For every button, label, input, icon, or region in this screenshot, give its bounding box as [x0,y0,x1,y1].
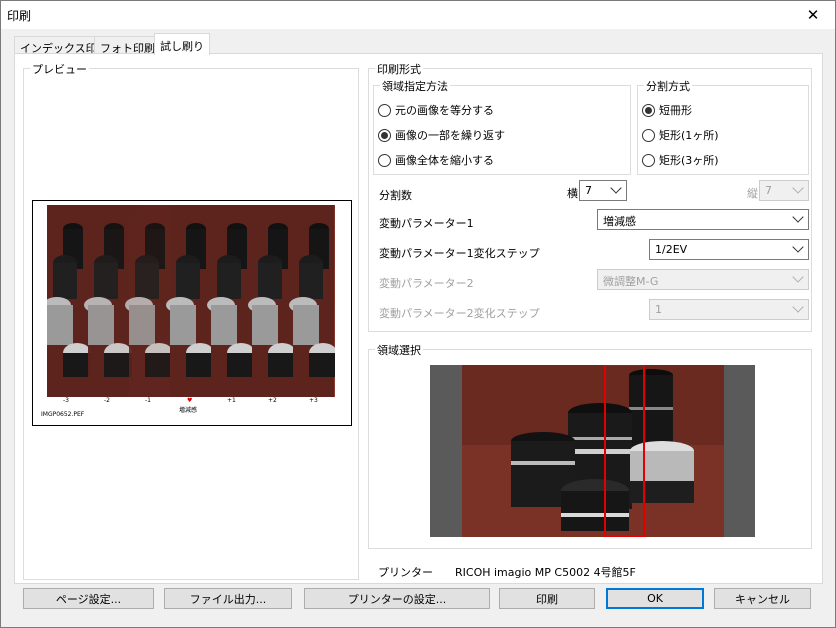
param2-value: 微調整M-G [603,275,659,288]
radio-dot-selected [378,128,391,142]
tick-label: +2 [268,397,277,404]
tick-label-center-marker: ♥ [187,397,193,404]
param1-step-select[interactable]: 1/2EV [649,239,809,260]
preview-image [47,205,335,397]
division-method-title: 分割方式 [644,78,692,94]
center-label: 増減感 [179,407,198,414]
radio-strip[interactable]: 短冊形 [642,102,692,118]
division-method-group: 分割方式 短冊形 矩形(1ヶ所) 矩形(3ヶ所) [637,78,809,175]
radio-rect-3[interactable]: 矩形(3ヶ所) [642,152,719,168]
chevron-down-icon [792,211,804,223]
param2-label: 変動パラメーター2 [379,277,474,290]
horizontal-value: 7 [585,184,592,197]
chevron-down-icon [792,182,804,194]
radio-label: 短冊形 [659,104,692,117]
ok-button[interactable]: OK [606,588,704,609]
param1-label: 変動パラメーター1 [379,217,474,230]
preview-title: プレビュー [30,61,89,77]
vertical-label: 縦 [747,187,758,200]
radio-dot-selected [642,103,655,117]
param1-step-value: 1/2EV [655,243,688,256]
preview-page: -3 -2 -1 ♥ 増減感 +1 +2 +3 IMGP0652.PEF [32,200,352,426]
tick-label: -2 [104,397,110,404]
param1-select[interactable]: 増減感 [597,209,809,230]
vertical-value: 7 [765,184,772,197]
radio-dot [378,103,391,117]
radio-label: 矩形(3ヶ所) [659,154,719,167]
horizontal-select[interactable]: 7 [579,180,627,201]
print-dialog: 印刷 ✕ インデックス印刷 フォト印刷 試し刷り プレビュー -3 -2 -1 … [0,0,836,628]
printer-name: RICOH imagio MP C5002 4号館5F [455,566,636,579]
radio-repeat-part[interactable]: 画像の一部を繰り返す [378,127,505,143]
radio-equal-split[interactable]: 元の画像を等分する [378,102,494,118]
radio-rect-1[interactable]: 矩形(1ヶ所) [642,127,719,143]
tick-label: +1 [227,397,236,404]
chevron-down-icon [610,182,622,194]
tab-test-print[interactable]: 試し刷り [154,33,210,55]
tick-label: +3 [309,397,318,404]
preview-group: プレビュー -3 -2 -1 ♥ 増減感 +1 +2 +3 IMGP0652.P… [23,61,359,580]
window-title: 印刷 [7,9,32,23]
region-select-group: 領域選択 [368,342,812,549]
region-method-group: 領域指定方法 元の画像を等分する 画像の一部を繰り返す 画像全体を縮小する [373,78,631,175]
param2-step-label: 変動パラメーター2変化ステップ [379,307,540,320]
chevron-down-icon [792,271,804,283]
cancel-button[interactable]: キャンセル [714,588,811,609]
close-icon[interactable]: ✕ [791,1,835,29]
radio-label: 元の画像を等分する [395,104,494,117]
print-format-title: 印刷形式 [375,61,423,77]
file-output-button[interactable]: ファイル出力... [164,588,292,609]
param2-select[interactable]: 微調整M-G [597,269,809,290]
printer-label: プリンター [378,566,433,579]
radio-dot [642,153,655,167]
page-setup-button[interactable]: ページ設定... [23,588,154,609]
region-method-title: 領域指定方法 [380,78,450,94]
preview-filename: IMGP0652.PEF [41,411,85,418]
param1-value: 増減感 [603,215,636,228]
print-format-group: 印刷形式 領域指定方法 元の画像を等分する 画像の一部を繰り返す 画像全体を縮小… [368,61,812,332]
radio-label: 画像全体を縮小する [395,154,494,167]
tick-label: -3 [63,397,69,404]
param2-step-select[interactable]: 1 [649,299,809,320]
radio-dot [378,153,391,167]
tab-panel: プレビュー -3 -2 -1 ♥ 増減感 +1 +2 +3 IMGP0652.P… [14,53,823,584]
param2-step-value: 1 [655,303,662,316]
region-select-image[interactable] [430,365,755,537]
chevron-down-icon [792,241,804,253]
param1-step-label: 変動パラメーター1変化ステップ [379,247,540,260]
radio-shrink-whole[interactable]: 画像全体を縮小する [378,152,494,168]
tick-label: -1 [145,397,151,404]
radio-label: 画像の一部を繰り返す [395,129,505,142]
region-select-title: 領域選択 [375,342,423,358]
printer-settings-button[interactable]: プリンターの設定... [304,588,490,609]
horizontal-label: 横 [567,187,578,200]
chevron-down-icon [792,301,804,313]
radio-dot [642,128,655,142]
vertical-select[interactable]: 7 [759,180,809,201]
title-bar: 印刷 ✕ [1,1,835,29]
radio-label: 矩形(1ヶ所) [659,129,719,142]
split-count-label: 分割数 [379,189,412,202]
print-button[interactable]: 印刷 [499,588,595,609]
